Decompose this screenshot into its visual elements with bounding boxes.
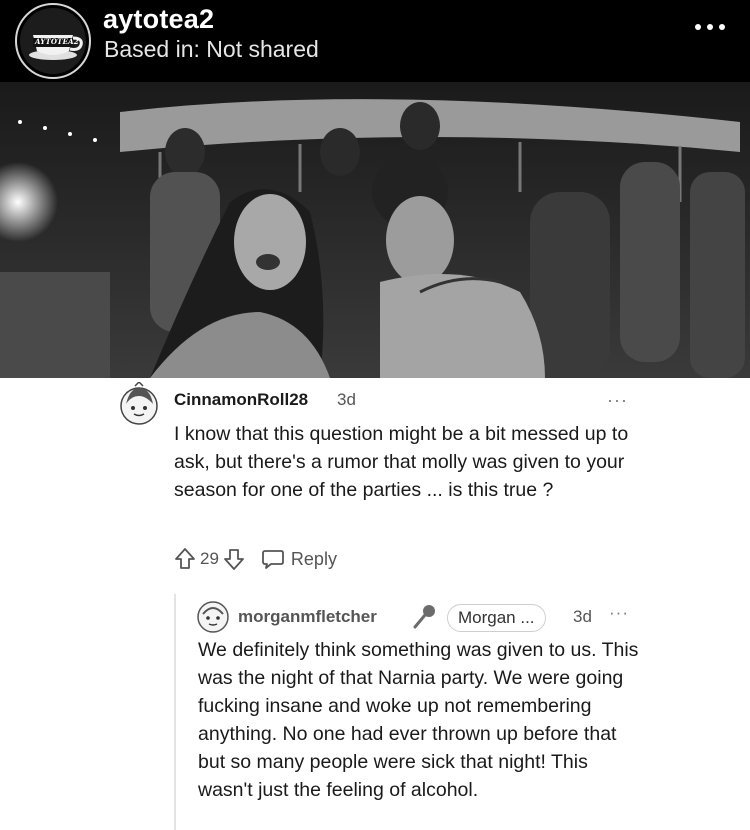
- user-flair-badge: Morgan ...: [447, 604, 546, 632]
- comment-more-button[interactable]: ···: [607, 390, 628, 411]
- upvote-icon[interactable]: [174, 547, 196, 571]
- reply-label: Reply: [290, 548, 337, 569]
- account-avatar[interactable]: AYTOTEA2: [15, 3, 91, 79]
- reply-bubble-icon: [262, 550, 284, 569]
- account-location: Based in: Not shared: [104, 36, 319, 62]
- post-photo: [0, 82, 750, 378]
- reply-more-button[interactable]: ···: [609, 603, 629, 623]
- commenter-avatar-icon[interactable]: [118, 382, 160, 426]
- comment-body: I know that this question might be a bit…: [174, 423, 629, 501]
- profile-header: AYTOTEA2 aytotea2 Based in: Not shared: [0, 0, 750, 82]
- comment-thread: CinnamonRoll28 3d ··· I know that this q…: [0, 378, 750, 830]
- vote-count: 29: [200, 549, 219, 568]
- thread-line[interactable]: [174, 594, 176, 830]
- reply-timestamp: 3d: [573, 607, 592, 626]
- commenter-username[interactable]: CinnamonRoll28: [174, 390, 308, 410]
- reply-username[interactable]: morganmfletcher: [238, 607, 377, 627]
- reply-button[interactable]: Reply: [261, 547, 337, 571]
- comment-actions: 29 Reply: [174, 544, 337, 574]
- more-options-icon[interactable]: [688, 10, 732, 44]
- avatar-logo-text: AYTOTEA2: [35, 37, 79, 46]
- downvote-icon[interactable]: [223, 547, 245, 571]
- reply-body: We definitely think something was given …: [198, 639, 639, 801]
- comment-timestamp: 3d: [337, 390, 356, 409]
- party-photo: [0, 82, 750, 378]
- microphone-icon: [413, 605, 435, 629]
- reply-avatar-icon[interactable]: [196, 600, 230, 634]
- account-name[interactable]: aytotea2: [103, 4, 214, 35]
